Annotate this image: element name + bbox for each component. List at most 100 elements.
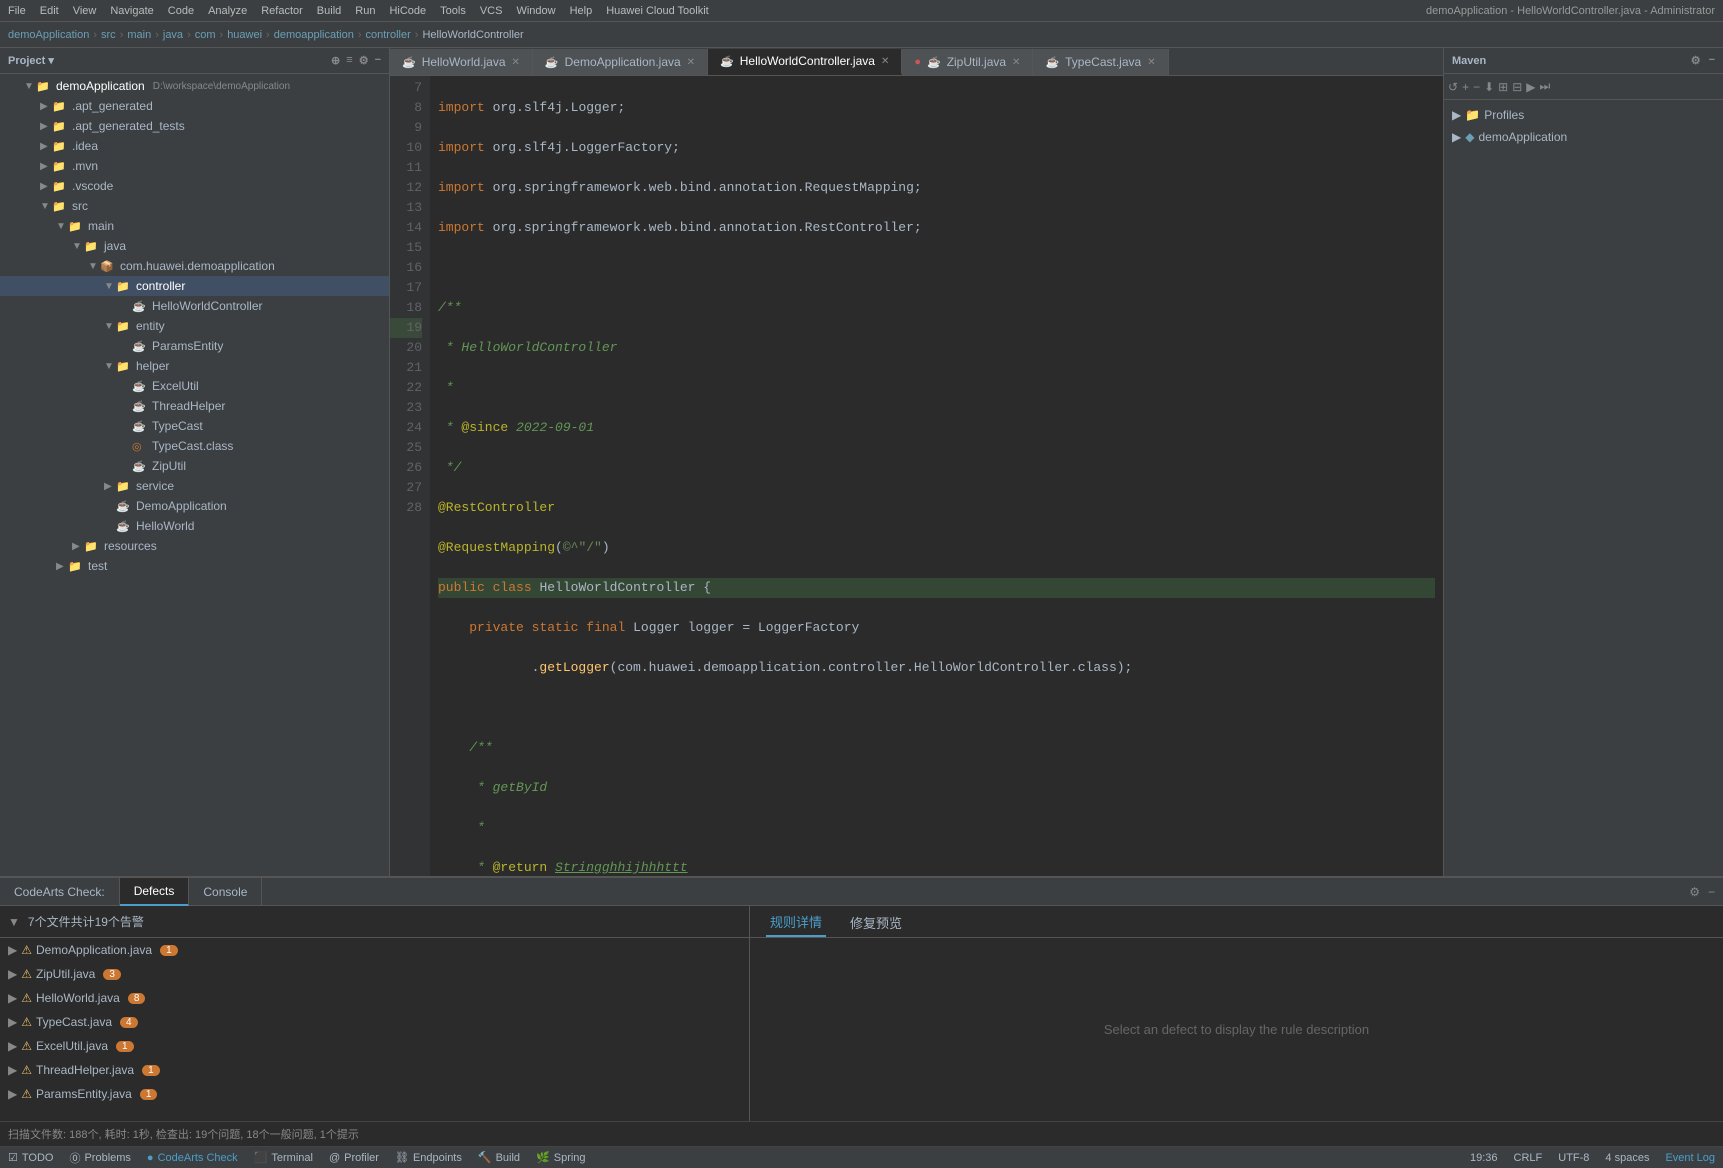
tree-item-idea[interactable]: ▶ 📁 .idea bbox=[0, 136, 389, 156]
tab-DemoApplication[interactable]: ☕ DemoApplication.java ✕ bbox=[533, 49, 708, 75]
menu-help[interactable]: Help bbox=[570, 5, 593, 17]
bottom-tab-console[interactable]: Console bbox=[189, 878, 262, 906]
expand-icon[interactable]: ▶ bbox=[8, 1063, 17, 1077]
nav-profiler[interactable]: @ Profiler bbox=[329, 1152, 379, 1164]
tree-arrow[interactable]: ▶ bbox=[40, 181, 52, 192]
tree-arrow[interactable]: ▼ bbox=[72, 241, 84, 252]
filter-icon[interactable]: ▼ bbox=[8, 915, 20, 929]
minimize-icon[interactable]: − bbox=[375, 54, 381, 67]
tree-item-DemoApplication[interactable]: ☕ DemoApplication bbox=[0, 496, 389, 516]
menu-tools[interactable]: Tools bbox=[440, 5, 466, 17]
expand-icon[interactable]: ▶ bbox=[1452, 130, 1461, 144]
menu-huawei[interactable]: Huawei Cloud Toolkit bbox=[606, 5, 709, 17]
defect-item-HelloWorld[interactable]: ▶ ⚠ HelloWorld.java 8 bbox=[0, 986, 749, 1010]
bottom-panel-controls[interactable]: ⚙ − bbox=[1689, 885, 1723, 899]
tree-arrow[interactable]: ▼ bbox=[104, 321, 116, 332]
tree-item-java[interactable]: ▼ 📁 java bbox=[0, 236, 389, 256]
tree-item-controller[interactable]: ▼ 📁 controller bbox=[0, 276, 389, 296]
menu-bar[interactable]: File Edit View Navigate Code Analyze Ref… bbox=[8, 5, 709, 17]
nav-codearts[interactable]: ● CodeArts Check bbox=[147, 1152, 238, 1164]
tree-item-HelloWorld[interactable]: ☕ HelloWorld bbox=[0, 516, 389, 536]
tree-item-ParamsEntity[interactable]: ☕ ParamsEntity bbox=[0, 336, 389, 356]
rule-tab-details[interactable]: 规则详情 bbox=[766, 907, 826, 937]
nav-terminal[interactable]: ⬛ Terminal bbox=[254, 1151, 313, 1164]
nav-todo[interactable]: ☑ TODO bbox=[8, 1151, 53, 1164]
bottom-tab-defects[interactable]: Defects bbox=[120, 878, 190, 906]
nav-problems[interactable]: ⓪ Problems bbox=[69, 1150, 130, 1166]
settings-icon[interactable]: ⚙ bbox=[359, 54, 369, 67]
defect-item-ExcelUtil[interactable]: ▶ ⚠ ExcelUtil.java 1 bbox=[0, 1034, 749, 1058]
tree-item-ExcelUtil[interactable]: ☕ ExcelUtil bbox=[0, 376, 389, 396]
close-icon[interactable]: ✕ bbox=[512, 57, 520, 68]
menu-run[interactable]: Run bbox=[355, 5, 375, 17]
add-icon[interactable]: + bbox=[1462, 80, 1469, 94]
tree-item-demoApplication[interactable]: ▼ 📁 demoApplication D:\workspace\demoApp… bbox=[0, 76, 389, 96]
close-icon[interactable]: ✕ bbox=[687, 57, 695, 68]
tree-arrow[interactable]: ▶ bbox=[40, 141, 52, 152]
skip-icon[interactable]: ⏭ bbox=[1540, 79, 1551, 94]
project-panel-icons[interactable]: ⊕ ≡ ⚙ − bbox=[331, 54, 381, 67]
menu-vcs[interactable]: VCS bbox=[480, 5, 503, 17]
breadcrumb-item-2[interactable]: main bbox=[127, 29, 151, 41]
minimize-icon[interactable]: − bbox=[1708, 885, 1715, 899]
breadcrumb-item-5[interactable]: huawei bbox=[227, 29, 262, 41]
nav-spring[interactable]: 🌿 Spring bbox=[536, 1151, 586, 1164]
nav-build[interactable]: 🔨 Build bbox=[478, 1151, 520, 1164]
tab-TypeCast[interactable]: ☕ TypeCast.java ✕ bbox=[1033, 49, 1168, 75]
tree-item-vscode[interactable]: ▶ 📁 .vscode bbox=[0, 176, 389, 196]
sync-icon[interactable]: ⊕ bbox=[331, 54, 340, 67]
tree-arrow[interactable]: ▼ bbox=[104, 361, 116, 372]
menu-code[interactable]: Code bbox=[168, 5, 194, 17]
settings-icon[interactable]: ⚙ bbox=[1691, 54, 1701, 67]
menu-edit[interactable]: Edit bbox=[40, 5, 59, 17]
breadcrumb-item-7[interactable]: controller bbox=[366, 29, 411, 41]
expand-icon[interactable]: ▶ bbox=[8, 1087, 17, 1101]
tree-item-TypeCast-class[interactable]: ◎ TypeCast.class bbox=[0, 436, 389, 456]
tree-item-com-huawei[interactable]: ▼ 📦 com.huawei.demoapplication bbox=[0, 256, 389, 276]
menu-view[interactable]: View bbox=[73, 5, 97, 17]
breadcrumb-item-0[interactable]: demoApplication bbox=[8, 29, 89, 41]
download-icon[interactable]: ⬇ bbox=[1484, 80, 1494, 94]
expand-icon[interactable]: ▶ bbox=[8, 1015, 17, 1029]
bottom-tab-codearts-check-label[interactable]: CodeArts Check: bbox=[0, 878, 120, 906]
menu-window[interactable]: Window bbox=[516, 5, 555, 17]
tree-item-entity[interactable]: ▼ 📁 entity bbox=[0, 316, 389, 336]
tree-arrow[interactable]: ▶ bbox=[40, 121, 52, 132]
tree-item-helper[interactable]: ▼ 📁 helper bbox=[0, 356, 389, 376]
tree-item-apt-generated-tests[interactable]: ▶ 📁 .apt_generated_tests bbox=[0, 116, 389, 136]
tree-arrow[interactable]: ▼ bbox=[24, 81, 36, 92]
remove-icon[interactable]: − bbox=[1473, 80, 1480, 94]
maven-toolbar[interactable]: ↺ + − ⬇ ⊞ ⊟ ▶ ⏭ bbox=[1444, 74, 1723, 100]
maven-header-icons[interactable]: ⚙ − bbox=[1691, 54, 1715, 67]
code-editor[interactable]: 7 8 9 10 11 12 13 14 15 16 17 18 19 20 2… bbox=[390, 76, 1443, 876]
tree-item-ThreadHelper[interactable]: ☕ ThreadHelper bbox=[0, 396, 389, 416]
event-log-label[interactable]: Event Log bbox=[1665, 1152, 1715, 1164]
tree-arrow[interactable]: ▶ bbox=[40, 101, 52, 112]
minimize-icon[interactable]: − bbox=[1709, 54, 1715, 67]
tree-item-TypeCast[interactable]: ☕ TypeCast bbox=[0, 416, 389, 436]
defect-item-ThreadHelper[interactable]: ▶ ⚠ ThreadHelper.java 1 bbox=[0, 1058, 749, 1082]
menu-navigate[interactable]: Navigate bbox=[110, 5, 153, 17]
rule-tab-fix-preview[interactable]: 修复预览 bbox=[846, 907, 906, 937]
menu-hicode[interactable]: HiCode bbox=[389, 5, 426, 17]
tab-ZipUtil[interactable]: ● ☕ ZipUtil.java ✕ bbox=[902, 49, 1033, 75]
maven-profiles[interactable]: ▶ 📁 Profiles bbox=[1448, 104, 1719, 126]
tree-arrow[interactable]: ▼ bbox=[40, 201, 52, 212]
tree-arrow[interactable]: ▶ bbox=[72, 541, 84, 552]
close-icon[interactable]: ✕ bbox=[881, 56, 889, 67]
expand-icon[interactable]: ▶ bbox=[1452, 108, 1461, 122]
tree-arrow[interactable]: ▶ bbox=[104, 481, 116, 492]
tree-arrow[interactable]: ▼ bbox=[88, 261, 100, 272]
tree-item-test[interactable]: ▶ 📁 test bbox=[0, 556, 389, 576]
tab-HelloWorld[interactable]: ☕ HelloWorld.java ✕ bbox=[390, 49, 533, 75]
collapse-icon[interactable]: ⊟ bbox=[1512, 80, 1522, 94]
expand-icon[interactable]: ⊞ bbox=[1498, 80, 1508, 94]
refresh-icon[interactable]: ↺ bbox=[1448, 80, 1458, 94]
menu-build[interactable]: Build bbox=[317, 5, 341, 17]
settings-icon[interactable]: ⚙ bbox=[1689, 885, 1700, 899]
expand-icon[interactable]: ▶ bbox=[8, 1039, 17, 1053]
menu-file[interactable]: File bbox=[8, 5, 26, 17]
tree-arrow[interactable]: ▶ bbox=[40, 161, 52, 172]
tree-item-service[interactable]: ▶ 📁 service bbox=[0, 476, 389, 496]
breadcrumb-item-4[interactable]: com bbox=[195, 29, 216, 41]
